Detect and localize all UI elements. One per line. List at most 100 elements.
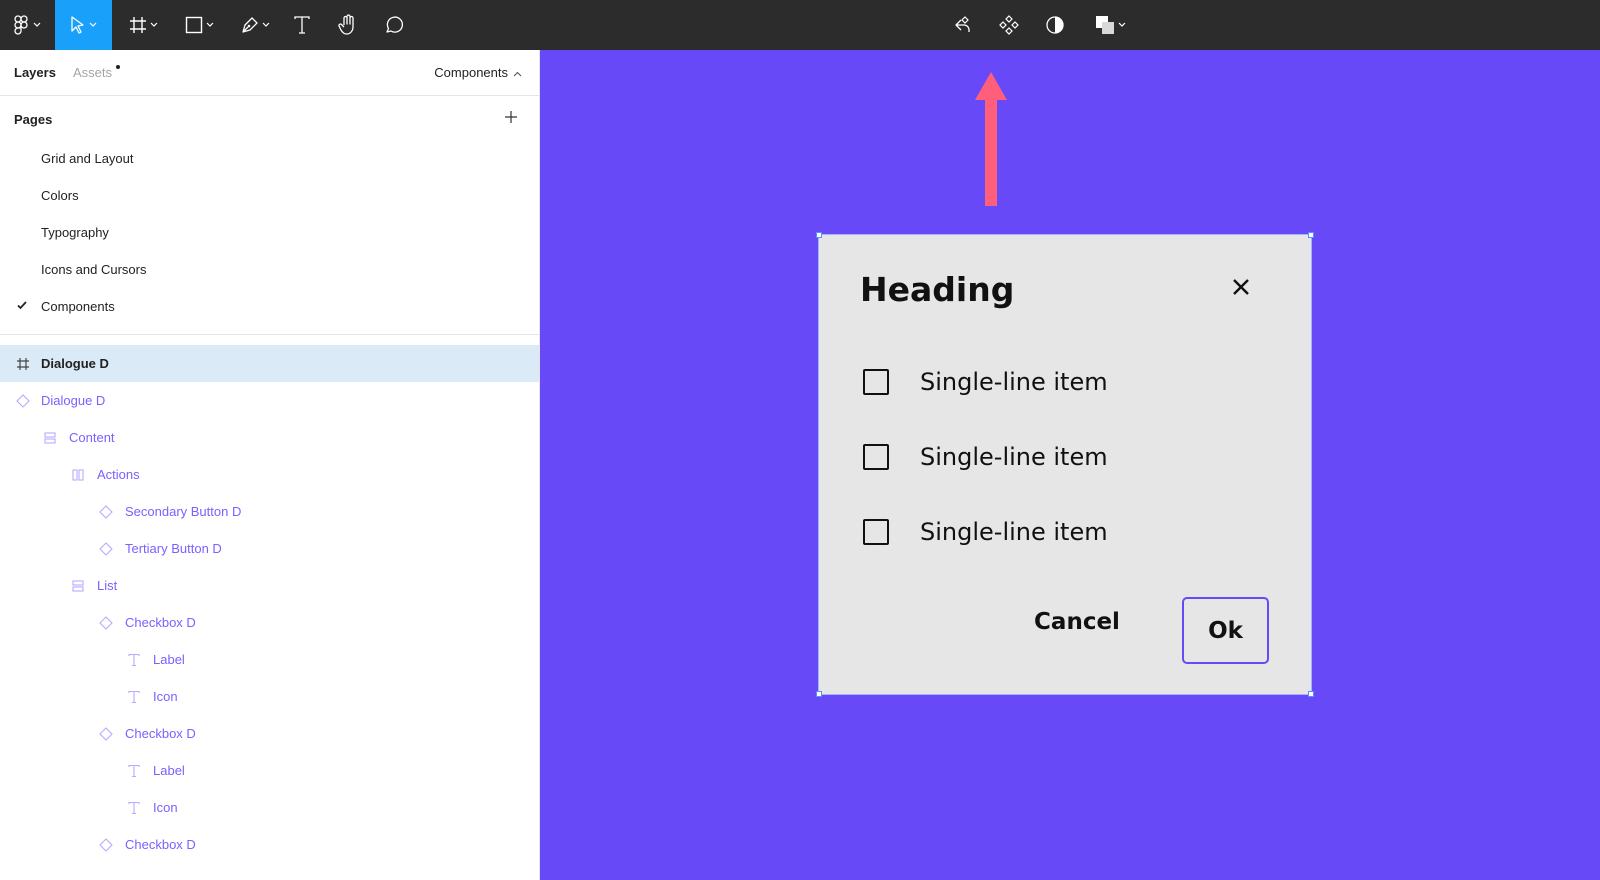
layer-tertiary-button-d[interactable]: Tertiary Button D bbox=[0, 530, 539, 567]
layer-dialogue-d-frame[interactable]: Dialogue D bbox=[0, 345, 539, 382]
component-instance-icon bbox=[98, 504, 114, 520]
checkbox[interactable] bbox=[863, 369, 889, 395]
dialog-list-item[interactable]: Single-line item bbox=[863, 517, 1123, 547]
vertical-autolayout-icon bbox=[42, 430, 58, 446]
main-menu-button[interactable] bbox=[0, 0, 55, 50]
layer-label: Label bbox=[153, 652, 185, 667]
text-layer-icon bbox=[126, 800, 142, 816]
component-button[interactable] bbox=[996, 0, 1022, 50]
dialog-heading: Heading bbox=[860, 270, 1015, 309]
plus-icon bbox=[504, 110, 518, 129]
layer-label: Label bbox=[153, 763, 185, 778]
chevron-down-icon bbox=[89, 22, 97, 28]
close-icon bbox=[1232, 278, 1250, 301]
pen-tool-icon bbox=[241, 16, 259, 34]
up-arrow-annotation bbox=[975, 72, 1007, 206]
comment-tool-button[interactable] bbox=[380, 0, 407, 50]
text-layer-icon bbox=[126, 652, 142, 668]
dialog-close-button[interactable] bbox=[1229, 277, 1253, 301]
tab-layers[interactable]: Layers bbox=[14, 65, 56, 80]
layer-checkbox-d[interactable]: Checkbox D bbox=[0, 604, 539, 641]
layer-label: Dialogue D bbox=[41, 393, 106, 408]
toolbar bbox=[0, 0, 1600, 50]
layer-icon-text[interactable]: Icon bbox=[0, 789, 539, 826]
add-page-button[interactable] bbox=[500, 108, 522, 130]
text-tool-button[interactable] bbox=[288, 0, 315, 50]
layer-label: Icon bbox=[153, 800, 178, 815]
layer-icon-text[interactable]: Icon bbox=[0, 678, 539, 715]
page-item-label: Colors bbox=[41, 188, 79, 203]
layer-dialogue-d-instance[interactable]: Dialogue D bbox=[0, 382, 539, 419]
create-component-icon bbox=[953, 15, 973, 35]
resize-handle[interactable] bbox=[816, 691, 822, 697]
current-page-label: Components bbox=[434, 65, 508, 80]
dialog-list-item[interactable]: Single-line item bbox=[863, 367, 1123, 397]
page-item-label: Icons and Cursors bbox=[41, 262, 147, 277]
layer-label: Checkbox D bbox=[125, 726, 196, 741]
page-item-label: Grid and Layout bbox=[41, 151, 134, 166]
pages-heading: Pages bbox=[14, 112, 53, 127]
layer-content[interactable]: Content bbox=[0, 419, 539, 456]
page-item-grid-and-layout[interactable]: Grid and Layout bbox=[0, 140, 539, 177]
checkbox[interactable] bbox=[863, 444, 889, 470]
tab-assets[interactable]: Assets bbox=[73, 65, 112, 80]
chevron-up-icon bbox=[513, 65, 522, 80]
checkbox[interactable] bbox=[863, 519, 889, 545]
mask-button[interactable] bbox=[1042, 0, 1068, 50]
mask-icon bbox=[1045, 15, 1065, 35]
dialog-frame[interactable]: Heading Single-line item Single-line ite… bbox=[816, 232, 1314, 697]
panel-tabs: Layers Assets Components bbox=[0, 50, 540, 96]
frame-tool-icon bbox=[129, 16, 147, 34]
component-instance-icon bbox=[98, 615, 114, 631]
chevron-down-icon bbox=[206, 22, 214, 28]
divider bbox=[0, 334, 539, 335]
layer-label: Icon bbox=[153, 689, 178, 704]
layer-label-text[interactable]: Label bbox=[0, 752, 539, 789]
shape-tool-icon bbox=[185, 16, 203, 34]
page-item-colors[interactable]: Colors bbox=[0, 177, 539, 214]
hand-tool-icon bbox=[337, 14, 358, 36]
layer-label: Checkbox D bbox=[125, 837, 196, 852]
ok-button-label: Ok bbox=[1208, 617, 1243, 644]
chevron-down-icon bbox=[1118, 22, 1126, 28]
ok-button[interactable]: Ok bbox=[1182, 597, 1269, 664]
page-item-icons-and-cursors[interactable]: Icons and Cursors bbox=[0, 251, 539, 288]
resize-handle[interactable] bbox=[1308, 691, 1314, 697]
page-item-components[interactable]: Components bbox=[0, 288, 539, 325]
layer-label-text[interactable]: Label bbox=[0, 641, 539, 678]
component-instance-icon bbox=[98, 541, 114, 557]
pen-tool-button[interactable] bbox=[232, 0, 278, 50]
layer-label: Tertiary Button D bbox=[125, 541, 222, 556]
canvas[interactable]: Heading Single-line item Single-line ite… bbox=[540, 50, 1600, 880]
move-tool-button[interactable] bbox=[55, 0, 112, 50]
text-layer-icon bbox=[126, 763, 142, 779]
comment-tool-icon bbox=[384, 15, 404, 35]
page-selector[interactable]: Components bbox=[434, 65, 522, 80]
assets-update-dot bbox=[116, 65, 120, 69]
layer-actions[interactable]: Actions bbox=[0, 456, 539, 493]
create-component-button[interactable] bbox=[950, 0, 976, 50]
resize-handle[interactable] bbox=[816, 232, 822, 238]
page-item-typography[interactable]: Typography bbox=[0, 214, 539, 251]
boolean-icon bbox=[1095, 15, 1115, 35]
boolean-button[interactable] bbox=[1090, 0, 1130, 50]
cancel-button[interactable]: Cancel bbox=[1027, 609, 1127, 643]
component-instance-icon bbox=[15, 393, 31, 409]
resize-handle[interactable] bbox=[1308, 232, 1314, 238]
dialog-list-item[interactable]: Single-line item bbox=[863, 442, 1123, 472]
chevron-down-icon bbox=[33, 22, 41, 28]
shape-tool-button[interactable] bbox=[176, 0, 222, 50]
layer-checkbox-d[interactable]: Checkbox D bbox=[0, 715, 539, 752]
text-layer-icon bbox=[126, 689, 142, 705]
hand-tool-button[interactable] bbox=[334, 0, 361, 50]
layer-checkbox-d[interactable]: Checkbox D bbox=[0, 826, 539, 863]
layer-label: Actions bbox=[97, 467, 140, 482]
layer-label: List bbox=[97, 578, 118, 593]
page-item-label: Components bbox=[41, 299, 115, 314]
layer-secondary-button-d[interactable]: Secondary Button D bbox=[0, 493, 539, 530]
frame-tool-button[interactable] bbox=[120, 0, 166, 50]
component-instance-icon bbox=[98, 837, 114, 853]
layer-list[interactable]: List bbox=[0, 567, 539, 604]
dialog-list-item-label: Single-line item bbox=[920, 368, 1108, 396]
horizontal-autolayout-icon bbox=[70, 467, 86, 483]
